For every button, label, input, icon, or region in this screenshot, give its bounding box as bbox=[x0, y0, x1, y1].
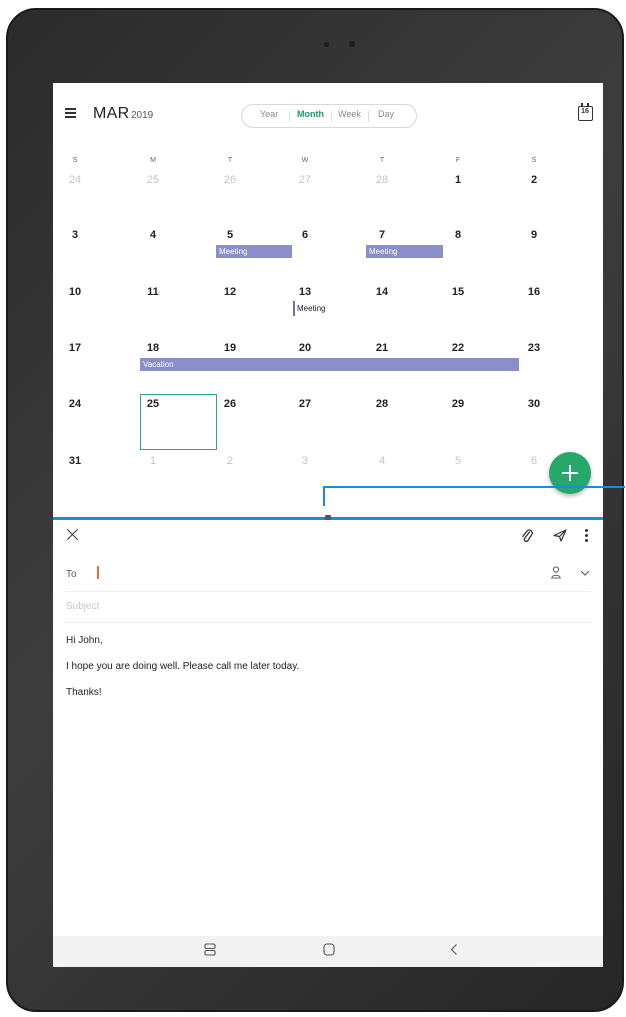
recents-icon[interactable] bbox=[204, 943, 216, 956]
calendar-day[interactable]: 13 bbox=[285, 286, 325, 298]
camera-sensor bbox=[323, 41, 330, 48]
view-day-tab[interactable]: Day bbox=[378, 109, 394, 119]
calendar-day[interactable]: 22 bbox=[438, 342, 478, 354]
calendar-day[interactable]: 10 bbox=[55, 286, 95, 298]
calendar-day[interactable]: 24 bbox=[55, 398, 95, 410]
calendar-day[interactable]: 8 bbox=[438, 229, 478, 241]
calendar-day[interactable]: 31 bbox=[55, 455, 95, 467]
screen: MAR 2019 Year Month Week Day 16 SMTWTFS … bbox=[53, 83, 603, 967]
selected-day-outline bbox=[140, 394, 217, 450]
paperclip-icon[interactable] bbox=[521, 529, 533, 543]
calendar-day[interactable]: 19 bbox=[210, 342, 250, 354]
calendar-day[interactable]: 4 bbox=[362, 455, 402, 467]
calendar-day[interactable]: 12 bbox=[210, 286, 250, 298]
view-month-tab[interactable]: Month bbox=[297, 109, 324, 119]
calendar-day[interactable]: 21 bbox=[362, 342, 402, 354]
email-body-line[interactable]: Hi John, bbox=[66, 635, 103, 646]
divider-line bbox=[65, 591, 591, 592]
view-separator bbox=[331, 111, 332, 122]
weekday-header: S bbox=[72, 157, 78, 164]
view-week-tab[interactable]: Week bbox=[338, 109, 361, 119]
calendar-day[interactable]: 3 bbox=[285, 455, 325, 467]
to-label: To bbox=[66, 569, 77, 580]
calendar-day[interactable]: 6 bbox=[514, 455, 554, 467]
calendar-day[interactable]: 17 bbox=[55, 342, 95, 354]
calendar-today-icon[interactable]: 16 bbox=[578, 103, 593, 121]
send-icon[interactable] bbox=[553, 529, 567, 542]
event-vacation[interactable]: Vacation bbox=[140, 358, 519, 371]
calendar-header: MAR 2019 Year Month Week Day 16 bbox=[53, 83, 603, 143]
calendar-day[interactable]: 9 bbox=[514, 229, 554, 241]
person-icon[interactable] bbox=[551, 566, 561, 579]
tablet-frame: MAR 2019 Year Month Week Day 16 SMTWTFS … bbox=[6, 8, 624, 1012]
view-year-tab[interactable]: Year bbox=[260, 109, 278, 119]
calendar-day[interactable]: 7 bbox=[362, 229, 402, 241]
subject-field[interactable]: Subject bbox=[66, 601, 99, 612]
calendar-day[interactable]: 27 bbox=[285, 398, 325, 410]
calendar-day[interactable]: 30 bbox=[514, 398, 554, 410]
calendar-day[interactable]: 26 bbox=[210, 174, 250, 186]
email-body-line[interactable]: I hope you are doing well. Please call m… bbox=[66, 661, 299, 672]
divider-line bbox=[65, 622, 591, 623]
weekday-header: T bbox=[379, 157, 385, 164]
weekday-header: M bbox=[150, 157, 156, 164]
event-meeting[interactable]: Meeting bbox=[216, 245, 292, 258]
calendar-day[interactable]: 28 bbox=[362, 398, 402, 410]
today-number: 16 bbox=[581, 108, 589, 115]
calendar-day[interactable]: 2 bbox=[514, 174, 554, 186]
callout-line bbox=[323, 486, 625, 506]
calendar-day[interactable]: 16 bbox=[514, 286, 554, 298]
more-options-icon[interactable] bbox=[585, 529, 588, 542]
email-body-line[interactable]: Thanks! bbox=[66, 687, 102, 698]
calendar-day[interactable]: 18 bbox=[133, 342, 173, 354]
calendar-day[interactable]: 4 bbox=[133, 229, 173, 241]
calendar-day[interactable]: 28 bbox=[362, 174, 402, 186]
calendar-day[interactable]: 5 bbox=[210, 229, 250, 241]
calendar-day[interactable]: 27 bbox=[285, 174, 325, 186]
calendar-day[interactable]: 3 bbox=[55, 229, 95, 241]
menu-icon[interactable] bbox=[65, 108, 76, 118]
calendar-day[interactable]: 1 bbox=[133, 455, 173, 467]
calendar-day[interactable]: 15 bbox=[438, 286, 478, 298]
recipient-input[interactable] bbox=[97, 566, 99, 579]
calendar-day[interactable]: 14 bbox=[362, 286, 402, 298]
weekday-header: W bbox=[301, 157, 309, 164]
year-label: 2019 bbox=[131, 110, 154, 121]
calendar-day[interactable]: 11 bbox=[133, 286, 173, 298]
home-icon[interactable] bbox=[323, 943, 335, 956]
calendar-day[interactable]: 29 bbox=[438, 398, 478, 410]
weekday-header: T bbox=[227, 157, 233, 164]
weekday-header: F bbox=[455, 157, 461, 164]
close-icon[interactable] bbox=[67, 529, 78, 540]
event-meeting[interactable]: Meeting bbox=[366, 245, 443, 258]
view-separator bbox=[368, 111, 369, 122]
month-label: MAR bbox=[93, 105, 130, 122]
calendar-day[interactable]: 23 bbox=[514, 342, 554, 354]
event-meeting[interactable]: Meeting bbox=[293, 301, 353, 317]
back-icon[interactable] bbox=[450, 943, 458, 956]
calendar-day[interactable]: 20 bbox=[285, 342, 325, 354]
calendar-day[interactable]: 6 bbox=[285, 229, 325, 241]
calendar-day[interactable]: 1 bbox=[438, 174, 478, 186]
chevron-down-icon[interactable] bbox=[580, 570, 590, 576]
front-camera bbox=[348, 40, 356, 48]
event-label: Meeting bbox=[297, 304, 326, 313]
view-switcher: Year Month Week Day bbox=[241, 104, 417, 128]
navigation-bar bbox=[53, 936, 603, 967]
calendar-day[interactable]: 5 bbox=[438, 455, 478, 467]
calendar-day[interactable]: 24 bbox=[55, 174, 95, 186]
calendar-day[interactable]: 2 bbox=[210, 455, 250, 467]
divider-handle[interactable] bbox=[325, 515, 331, 520]
weekday-header: S bbox=[531, 157, 537, 164]
view-separator bbox=[289, 111, 290, 122]
calendar-day[interactable]: 25 bbox=[133, 174, 173, 186]
